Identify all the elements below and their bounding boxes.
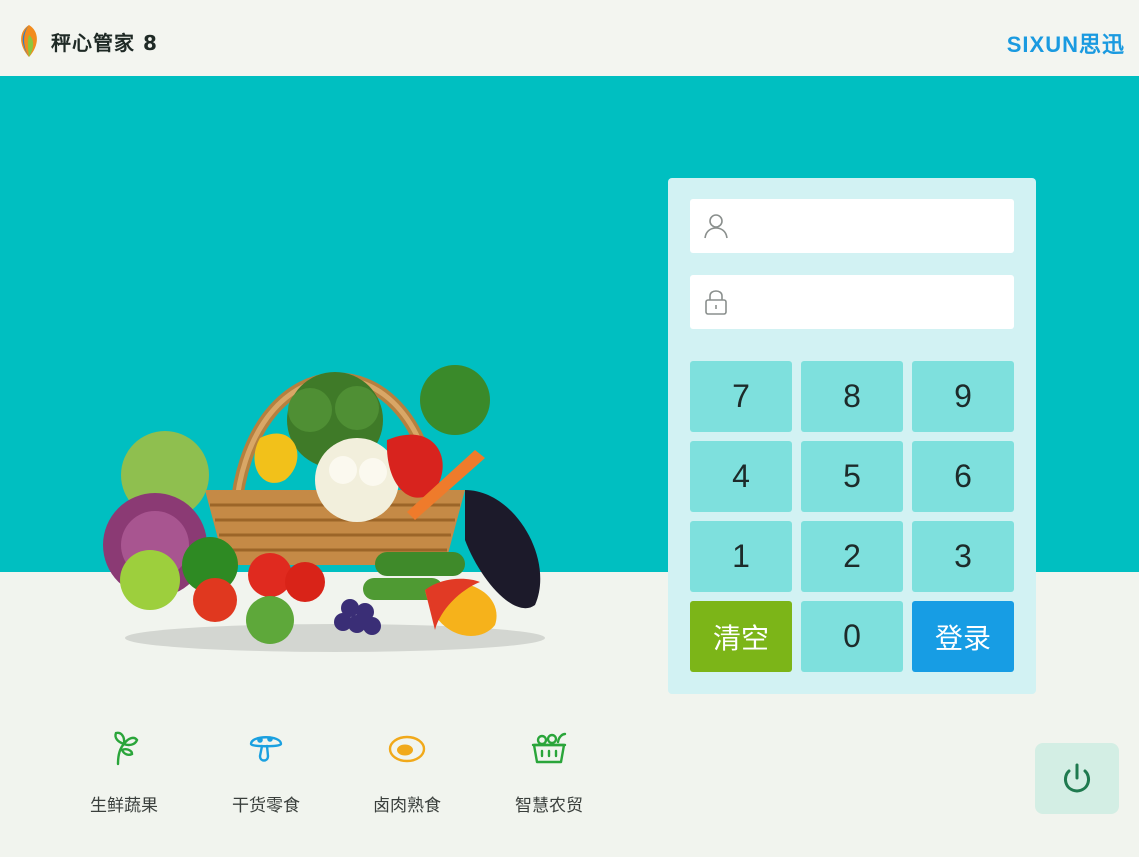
lock-icon bbox=[705, 290, 727, 315]
key-3[interactable]: 3 bbox=[912, 521, 1014, 592]
category-snacks[interactable]: 干货零食 bbox=[216, 728, 316, 816]
app-logo-icon bbox=[21, 25, 37, 57]
login-button[interactable]: 登录 bbox=[912, 601, 1014, 672]
login-panel: 7 8 9 4 5 6 1 2 3 清空 0 登录 bbox=[668, 178, 1036, 694]
category-label: 生鲜蔬果 bbox=[90, 796, 158, 816]
key-9[interactable]: 9 bbox=[912, 361, 1014, 432]
key-7[interactable]: 7 bbox=[690, 361, 792, 432]
vegetable-icon bbox=[114, 731, 139, 766]
egg-icon bbox=[388, 735, 426, 763]
mushroom-icon bbox=[249, 736, 283, 762]
power-icon bbox=[1063, 763, 1091, 793]
user-icon bbox=[704, 214, 728, 239]
username-input[interactable] bbox=[740, 199, 1006, 253]
category-label: 干货零食 bbox=[232, 796, 300, 816]
produce-basket-icon bbox=[531, 732, 567, 764]
category-label: 智慧农贸 bbox=[515, 796, 583, 816]
password-input[interactable] bbox=[740, 275, 1006, 329]
app-title: 秤心管家 8 bbox=[51, 31, 158, 55]
category-fresh-produce[interactable]: 生鲜蔬果 bbox=[74, 728, 174, 816]
password-field[interactable] bbox=[690, 275, 1014, 329]
key-0[interactable]: 0 bbox=[801, 601, 903, 672]
clear-button[interactable]: 清空 bbox=[690, 601, 792, 672]
power-button[interactable] bbox=[1035, 743, 1119, 814]
key-2[interactable]: 2 bbox=[801, 521, 903, 592]
key-8[interactable]: 8 bbox=[801, 361, 903, 432]
category-cooked-meat[interactable]: 卤肉熟食 bbox=[357, 728, 457, 816]
header-bar: 秤心管家 8 SIXUN思迅 bbox=[0, 0, 1139, 76]
key-5[interactable]: 5 bbox=[801, 441, 903, 512]
brand-logo: SIXUN思迅 bbox=[1006, 32, 1125, 57]
category-label: 卤肉熟食 bbox=[373, 796, 441, 816]
username-field[interactable] bbox=[690, 199, 1014, 253]
key-6[interactable]: 6 bbox=[912, 441, 1014, 512]
key-4[interactable]: 4 bbox=[690, 441, 792, 512]
vegetable-basket-image bbox=[103, 365, 545, 652]
category-smart-market[interactable]: 智慧农贸 bbox=[499, 728, 599, 816]
key-1[interactable]: 1 bbox=[690, 521, 792, 592]
